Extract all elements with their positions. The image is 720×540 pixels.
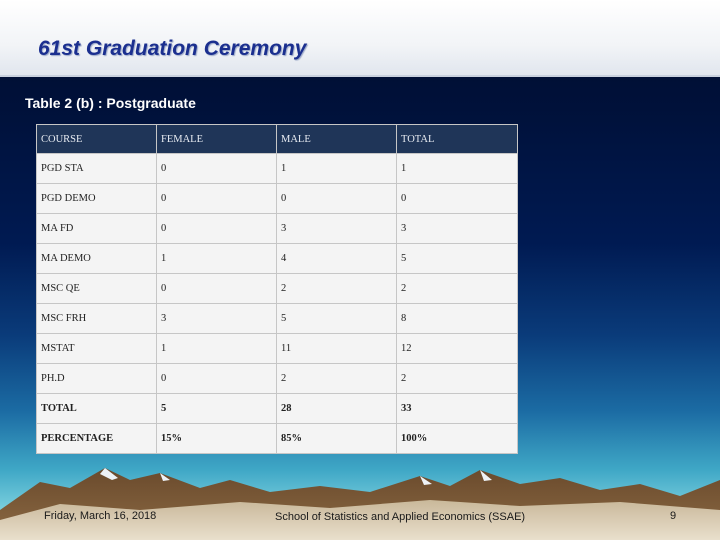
cell-course: PGD DEMO: [36, 183, 157, 214]
cell-female: 0: [156, 273, 277, 304]
cell-female: 0: [156, 213, 277, 244]
header-total: TOTAL: [396, 124, 518, 154]
cell-female: 0: [156, 183, 277, 214]
cell-male: 2: [276, 273, 397, 304]
slide-number: 9: [670, 510, 677, 522]
table-row: MSC FRH 3 5 8: [36, 303, 518, 334]
cell-total: 0: [396, 183, 518, 214]
cell-male: 3: [276, 213, 397, 244]
footer-date: Friday, March 16, 2018: [44, 510, 157, 522]
table-caption: Table 2 (b) : Postgraduate: [25, 95, 196, 111]
table-row-total: TOTAL 5 28 33: [36, 393, 518, 424]
table-row: MA DEMO 1 4 5: [36, 243, 518, 274]
slide: 61st Graduation Ceremony Table 2 (b) : P…: [0, 0, 720, 540]
cell-male: 5: [276, 303, 397, 334]
cell-male: 11: [276, 333, 397, 364]
cell-total: 2: [396, 363, 518, 394]
table-row: MSC QE 0 2 2: [36, 273, 518, 304]
cell-course: MSTAT: [36, 333, 157, 364]
cell-female: 0: [156, 153, 277, 184]
header-female: FEMALE: [156, 124, 277, 154]
header-male: MALE: [276, 124, 397, 154]
cell-total: 3: [396, 213, 518, 244]
cell-female: 1: [156, 333, 277, 364]
cell-male: 1: [276, 153, 397, 184]
header-course: COURSE: [36, 124, 157, 154]
slide-title: 61st Graduation Ceremony: [38, 37, 307, 60]
cell-course: MA FD: [36, 213, 157, 244]
table-header-row: COURSE FEMALE MALE TOTAL: [36, 124, 518, 154]
cell-total: 5: [396, 243, 518, 274]
cell-female: 5: [156, 393, 277, 424]
footer-school-name: School of Statistics and Applied Economi…: [275, 511, 526, 523]
cell-total: 2: [396, 273, 518, 304]
postgraduate-table: COURSE FEMALE MALE TOTAL PGD STA 0 1 1 P…: [36, 124, 518, 454]
cell-total: 8: [396, 303, 518, 334]
cell-course: MSC FRH: [36, 303, 157, 334]
cell-male: 0: [276, 183, 397, 214]
mountain-landscape: [0, 468, 720, 540]
cell-course: MSC QE: [36, 273, 157, 304]
cell-course: MA DEMO: [36, 243, 157, 274]
title-bar: 61st Graduation Ceremony: [0, 0, 720, 77]
cell-course: PGD STA: [36, 153, 157, 184]
table-row: MA FD 0 3 3: [36, 213, 518, 244]
table-row: PGD STA 0 1 1: [36, 153, 518, 184]
cell-female: 1: [156, 243, 277, 274]
cell-total: 12: [396, 333, 518, 364]
cell-male: 4: [276, 243, 397, 274]
table-row: PGD DEMO 0 0 0: [36, 183, 518, 214]
table-row: PH.D 0 2 2: [36, 363, 518, 394]
cell-male: 28: [276, 393, 397, 424]
table-row: MSTAT 1 11 12: [36, 333, 518, 364]
cell-male: 2: [276, 363, 397, 394]
cell-female: 0: [156, 363, 277, 394]
cell-female: 3: [156, 303, 277, 334]
cell-total: 33: [396, 393, 518, 424]
cell-total: 1: [396, 153, 518, 184]
cell-course: PH.D: [36, 363, 157, 394]
cell-course: TOTAL: [36, 393, 157, 424]
